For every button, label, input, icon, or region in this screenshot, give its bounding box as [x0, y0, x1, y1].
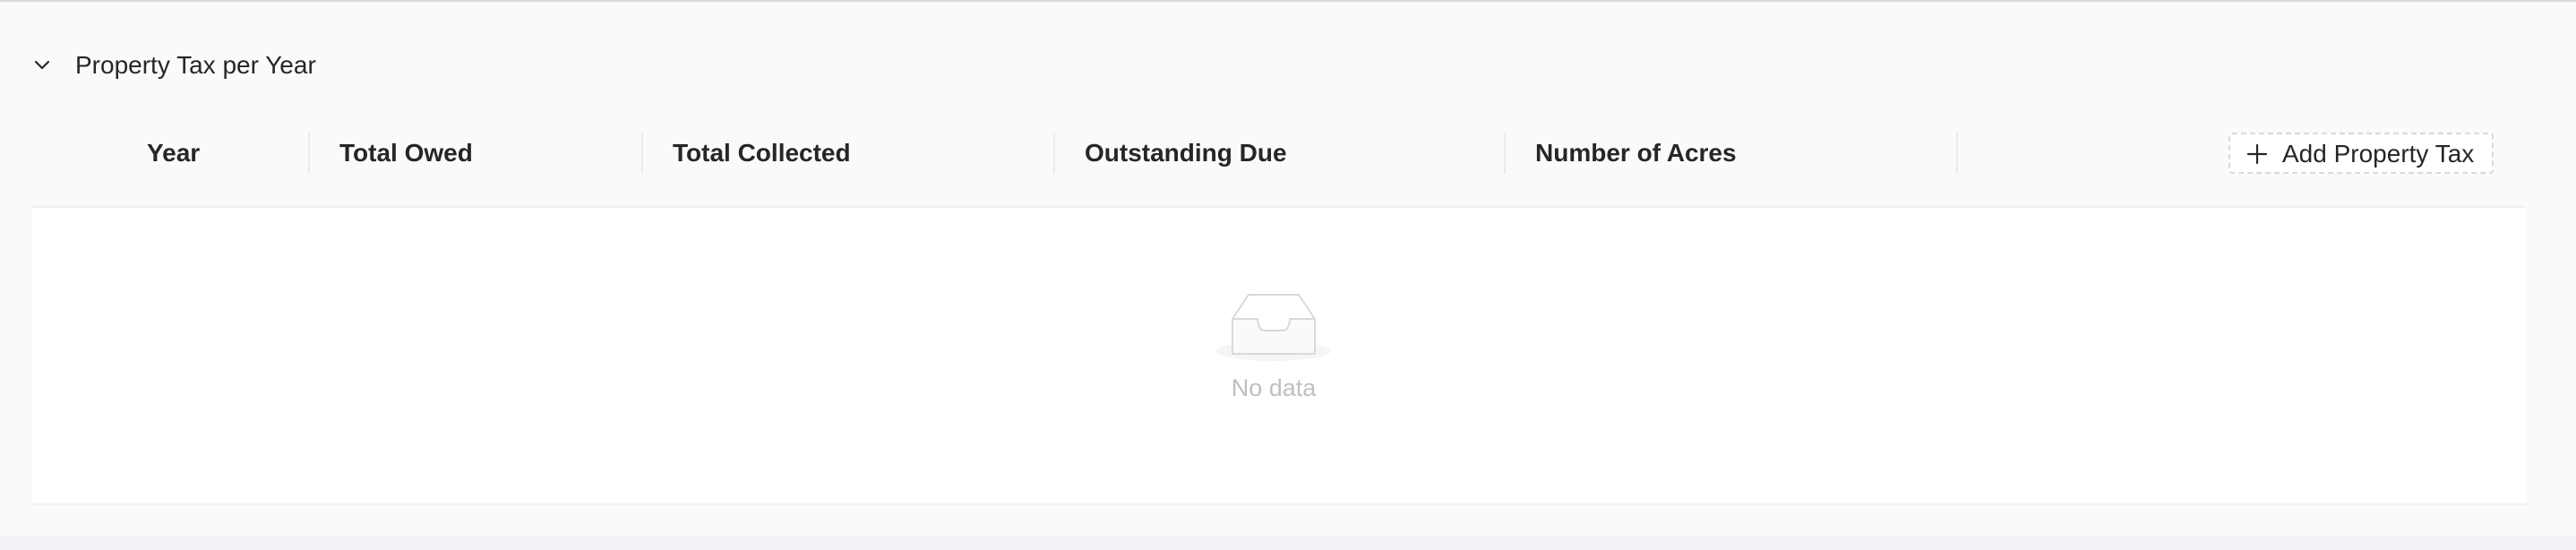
- chevron-down-icon[interactable]: [34, 57, 50, 73]
- column-separator: [641, 133, 643, 174]
- empty-state-text: No data: [1231, 374, 1317, 401]
- column-separator: [308, 133, 310, 174]
- add-property-tax-label: Add Property Tax: [2282, 140, 2475, 168]
- add-property-tax-button[interactable]: Add Property Tax: [2228, 133, 2494, 174]
- column-separator: [1956, 133, 1958, 174]
- column-separator: [1504, 133, 1506, 174]
- property-tax-panel: Property Tax per Year Year Total Owed To…: [0, 0, 2576, 536]
- plus-icon: [2246, 143, 2268, 165]
- collapse-header[interactable]: Property Tax per Year: [0, 13, 717, 99]
- table-header: Year Total Owed Total Collected Outstand…: [32, 100, 2526, 208]
- column-header-total-owed: Total Owed: [339, 139, 473, 167]
- column-separator: [1053, 133, 1055, 174]
- column-header-year: Year: [147, 139, 201, 167]
- table-body: No data: [32, 208, 2526, 505]
- empty-inbox-icon: [1216, 294, 1331, 361]
- column-header-total-collected: Total Collected: [673, 139, 851, 167]
- column-header-number-of-acres: Number of Acres: [1535, 139, 1737, 167]
- column-header-outstanding-due: Outstanding Due: [1085, 139, 1287, 167]
- section-title: Property Tax per Year: [75, 51, 316, 79]
- empty-state: No data: [1211, 288, 1336, 402]
